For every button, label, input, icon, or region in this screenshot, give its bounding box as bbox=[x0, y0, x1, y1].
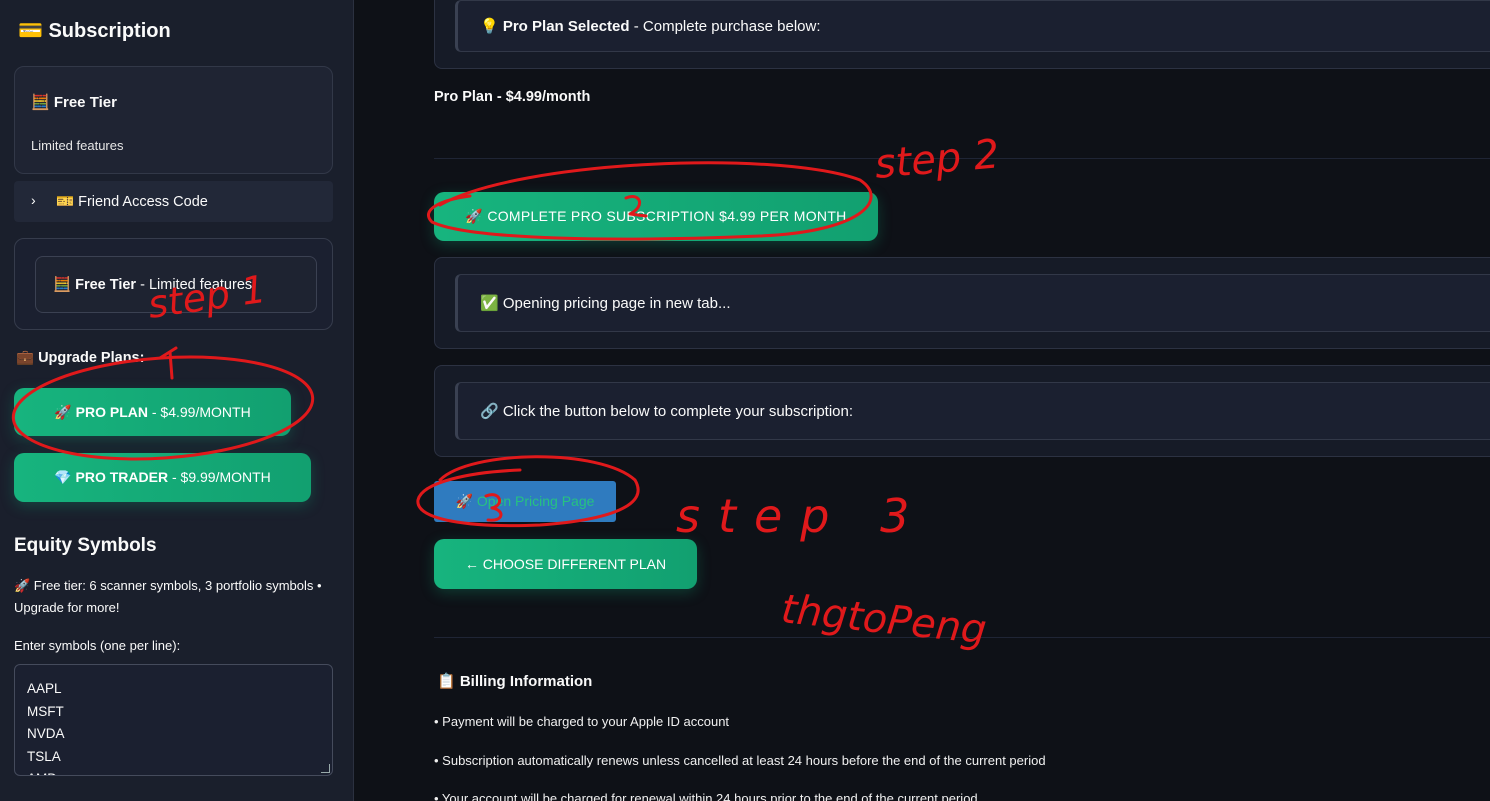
open-pricing-page-link[interactable]: 🚀 Open Pricing Page bbox=[434, 481, 616, 522]
upgrade-plans-heading: 💼 Upgrade Plans: bbox=[16, 350, 145, 366]
tier-status-box: 🧮 Free Tier - Limited features bbox=[14, 238, 333, 330]
free-tier-title: 🧮 Free Tier bbox=[31, 94, 117, 111]
pro-plan-button[interactable]: 🚀 PRO PLAN - $4.99/MONTH bbox=[14, 388, 291, 436]
symbols-textarea[interactable]: AAPL MSFT NVDA TSLA AMD bbox=[14, 664, 333, 776]
plan-selected-bold: 💡 Pro Plan Selected bbox=[480, 18, 630, 35]
plan-selected-text: 💡 Pro Plan Selected - Complete purchase … bbox=[480, 17, 821, 35]
free-tier-subtitle: Limited features bbox=[31, 138, 124, 153]
tier-status-inner: 🧮 Free Tier - Limited features bbox=[35, 256, 317, 313]
billing-info-title: 📋 Billing Information bbox=[437, 673, 593, 690]
equity-tier-note: 🚀 Free tier: 6 scanner symbols, 3 portfo… bbox=[14, 578, 322, 615]
click-msg-text: 🔗 Click the button below to complete you… bbox=[480, 403, 854, 420]
plan-selected-alert: 💡 Pro Plan Selected - Complete purchase … bbox=[455, 0, 1490, 52]
click-msg-alert: 🔗 Click the button below to complete you… bbox=[455, 382, 1490, 440]
billing-line: • Payment will be charged to your Apple … bbox=[434, 714, 730, 729]
friend-access-expander[interactable]: › 🎫 Friend Access Code bbox=[14, 181, 333, 222]
tier-status-bold: 🧮 Free Tier bbox=[53, 277, 137, 293]
symbols-input-label: Enter symbols (one per line): bbox=[14, 638, 181, 653]
tier-status-rest: - Limited features bbox=[136, 277, 253, 293]
opening-msg-box: ✅ Opening pricing page in new tab... bbox=[434, 257, 1490, 349]
symbol-line: AAPL bbox=[27, 681, 62, 696]
pro-trader-name: 💎 PRO TRADER bbox=[54, 469, 169, 485]
opening-msg-text: ✅ Opening pricing page in new tab... bbox=[480, 295, 731, 312]
complete-subscription-button[interactable]: 🚀 COMPLETE PRO SUBSCRIPTION $4.99 PER MO… bbox=[434, 192, 878, 241]
pro-plan-price-line: Pro Plan - $4.99/month bbox=[434, 89, 591, 105]
plan-selected-rest: - Complete purchase below: bbox=[629, 18, 821, 35]
free-tier-card: 🧮 Free Tier Limited features bbox=[14, 66, 333, 174]
equity-symbols-title: Equity Symbols bbox=[14, 535, 157, 556]
symbol-line: AMD bbox=[27, 768, 320, 775]
friend-access-label: 🎫 Friend Access Code bbox=[56, 194, 208, 210]
divider bbox=[434, 158, 1490, 159]
sidebar-title: 💳 Subscription bbox=[18, 20, 171, 42]
pro-plan-price: - $4.99/MONTH bbox=[147, 404, 251, 420]
tier-status-text: 🧮 Free Tier - Limited features bbox=[53, 276, 252, 293]
resize-handle-icon[interactable] bbox=[321, 764, 330, 773]
billing-line: • Your account will be charged for renew… bbox=[434, 791, 978, 801]
pro-plan-name: 🚀 PRO PLAN bbox=[54, 404, 148, 420]
sidebar: 💳 Subscription 🧮 Free Tier Limited featu… bbox=[0, 0, 354, 801]
chevron-right-icon: › bbox=[31, 192, 36, 208]
billing-line: • Subscription automatically renews unle… bbox=[434, 753, 1046, 768]
pro-trader-price: - $9.99/MONTH bbox=[168, 469, 271, 485]
plan-selected-box: 💡 Pro Plan Selected - Complete purchase … bbox=[434, 0, 1490, 69]
step2-annotation: step 2 bbox=[873, 131, 1001, 188]
step3-annotation: step 3 bbox=[676, 489, 927, 543]
symbol-line: NVDA bbox=[27, 726, 65, 741]
opening-msg-alert: ✅ Opening pricing page in new tab... bbox=[455, 274, 1490, 332]
click-msg-box: 🔗 Click the button below to complete you… bbox=[434, 365, 1490, 457]
symbol-line: MSFT bbox=[27, 703, 64, 719]
divider bbox=[434, 637, 1490, 638]
handwriting-annotation: thgtoPeng bbox=[779, 586, 989, 653]
symbol-line: TSLA bbox=[27, 748, 61, 764]
pro-trader-button[interactable]: 💎 PRO TRADER - $9.99/MONTH bbox=[14, 453, 311, 502]
choose-different-plan-button[interactable]: ← CHOOSE DIFFERENT PLAN bbox=[434, 539, 697, 589]
